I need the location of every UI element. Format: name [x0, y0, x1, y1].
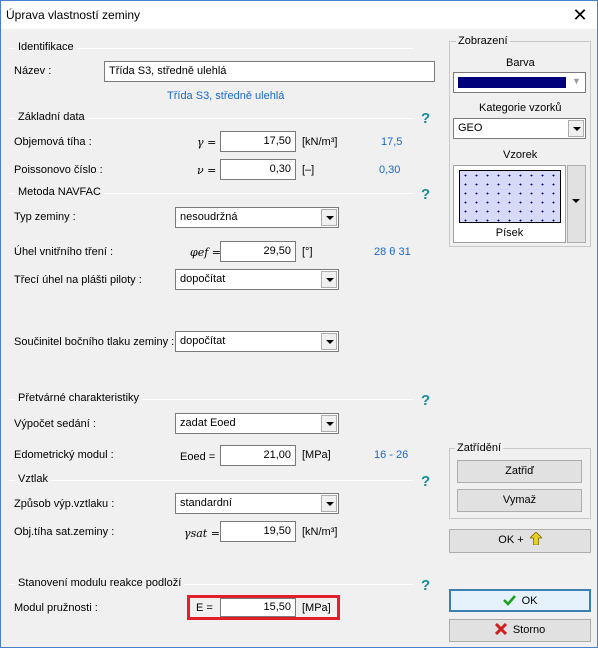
objem-hint: 17,5 — [381, 136, 403, 148]
section-pretvarne: Přetvárné charakteristiky — [15, 392, 143, 404]
vzorek-preview[interactable]: Písek — [453, 165, 566, 243]
ok-label: OK — [521, 595, 538, 607]
kategorie-label: Kategorie vzorků — [479, 102, 562, 114]
zobrazeni-title: Zobrazení — [456, 35, 510, 47]
help-icon[interactable]: ? — [421, 577, 430, 594]
uhel-symbol: φef = — [190, 246, 221, 259]
edo-unit: [MPa] — [302, 449, 331, 461]
storno-label: Storno — [512, 624, 546, 636]
section-zakladni: Základní data — [15, 111, 88, 123]
poisson-hint: 0,30 — [379, 164, 401, 176]
zatrideni-title: Zatřídění — [455, 442, 504, 454]
zatrid-button[interactable]: Zatřiď — [457, 460, 582, 483]
help-icon[interactable]: ? — [421, 110, 430, 127]
barva-swatch — [458, 77, 566, 88]
uhel-unit: [°] — [302, 246, 313, 258]
objem-label: Objemová tíha : — [14, 136, 92, 148]
poisson-symbol: ν = — [197, 164, 217, 177]
modul-symbol: E = — [196, 602, 213, 614]
cancel-icon — [494, 622, 507, 636]
title-bar: Úprava vlastností zeminy ✕ — [1, 1, 597, 29]
treci-value: dopočítat — [180, 273, 226, 285]
vypocet-value: zadat Eoed — [180, 417, 236, 429]
barva-label: Barva — [506, 57, 535, 69]
nazev-label: Název : — [14, 65, 52, 77]
treci-label: Třecí úhel na plášti piloty : — [14, 274, 142, 286]
ok-button[interactable]: OK — [449, 589, 591, 612]
chevron-down-icon[interactable]: ▼ — [572, 76, 581, 86]
vzorek-dropdown-button[interactable] — [567, 165, 586, 243]
modul-input[interactable]: 15,50 — [220, 598, 296, 617]
arrow-up-icon — [528, 531, 543, 546]
section-identifikace: Identifikace — [15, 41, 77, 53]
dialog-window: Úprava vlastností zeminy ✕ Identifikace … — [0, 0, 598, 648]
poisson-unit: [–] — [302, 164, 315, 176]
help-icon[interactable]: ? — [421, 473, 430, 490]
uhel-hint: 28 θ 31 — [374, 246, 411, 258]
help-icon[interactable]: ? — [421, 392, 430, 409]
modul-unit: [MPa] — [302, 602, 331, 614]
help-icon[interactable]: ? — [421, 186, 430, 203]
uhel-label: Úhel vnitřního tření : — [14, 246, 114, 258]
zpusob-value: standardní — [180, 497, 232, 509]
vzorek-label: Vzorek — [503, 149, 538, 161]
objem-unit: [kN/m³] — [302, 136, 338, 148]
section-divider — [9, 480, 413, 481]
sat-label: Obj.tíha sat.zeminy : — [14, 526, 115, 538]
soucinitel-value: dopočítat — [180, 335, 226, 347]
chevron-down-icon[interactable] — [321, 271, 337, 288]
soucinitel-select[interactable]: dopočítat — [175, 331, 339, 352]
nazev-input[interactable]: Třída S3, středně ulehlá — [104, 61, 435, 82]
section-modul: Stanovení modulu reakce podloží — [15, 577, 185, 589]
typ-value: nesoudržná — [180, 211, 238, 223]
poisson-input[interactable]: 0,30 — [220, 159, 296, 180]
storno-button[interactable]: Storno — [449, 619, 591, 642]
checkmark-icon — [502, 595, 516, 606]
edo-input[interactable]: 21,00 — [220, 445, 296, 466]
nazev-hint: Třída S3, středně ulehlá — [167, 90, 285, 102]
chevron-down-icon[interactable] — [321, 415, 337, 432]
window-title: Úprava vlastností zeminy — [6, 8, 141, 22]
vzorek-name: Písek — [495, 227, 524, 239]
ok-plus-button[interactable]: OK + — [449, 529, 591, 553]
objem-input[interactable]: 17,50 — [220, 131, 296, 152]
vzorek-pattern — [459, 170, 561, 223]
chevron-down-icon — [572, 199, 580, 203]
modul-label: Modul pružnosti : — [14, 602, 98, 614]
edo-hint: 16 - 26 — [374, 449, 409, 461]
treci-select[interactable]: dopočítat — [175, 269, 339, 290]
zpusob-select[interactable]: standardní — [175, 493, 339, 514]
soucinitel-label: Součinitel bočního tlaku zeminy : — [14, 336, 175, 348]
kategorie-value: GEO — [458, 122, 483, 134]
vymaz-button[interactable]: Vymaž — [457, 489, 582, 512]
typ-select[interactable]: nesoudržná — [175, 207, 339, 228]
zpusob-label: Způsob výp.vztlaku : — [14, 498, 115, 510]
sat-input[interactable]: 19,50 — [220, 521, 296, 542]
section-navfac: Metoda NAVFAC — [15, 186, 104, 198]
edo-symbol: Eoed = — [180, 451, 216, 463]
vypocet-select[interactable]: zadat Eoed — [175, 413, 339, 434]
poisson-label: Poissonovo číslo : — [14, 164, 103, 176]
vypocet-label: Výpočet sedání : — [14, 418, 96, 430]
objem-symbol: γ = — [197, 136, 217, 149]
chevron-down-icon[interactable] — [568, 120, 584, 137]
barva-select[interactable]: ▼ — [453, 72, 586, 93]
edo-label: Edometrický modul : — [14, 449, 114, 461]
typ-label: Typ zeminy : — [14, 211, 76, 223]
chevron-down-icon[interactable] — [321, 333, 337, 350]
section-vztlak: Vztlak — [15, 473, 51, 485]
chevron-down-icon[interactable] — [321, 495, 337, 512]
uhel-input[interactable]: 29,50 — [220, 241, 296, 262]
chevron-down-icon[interactable] — [321, 209, 337, 226]
kategorie-select[interactable]: GEO — [453, 118, 586, 139]
close-icon[interactable]: ✕ — [565, 3, 595, 27]
ok-plus-label: OK + — [498, 534, 524, 546]
sat-symbol: γsat = — [184, 527, 220, 540]
sat-unit: [kN/m³] — [302, 526, 338, 538]
